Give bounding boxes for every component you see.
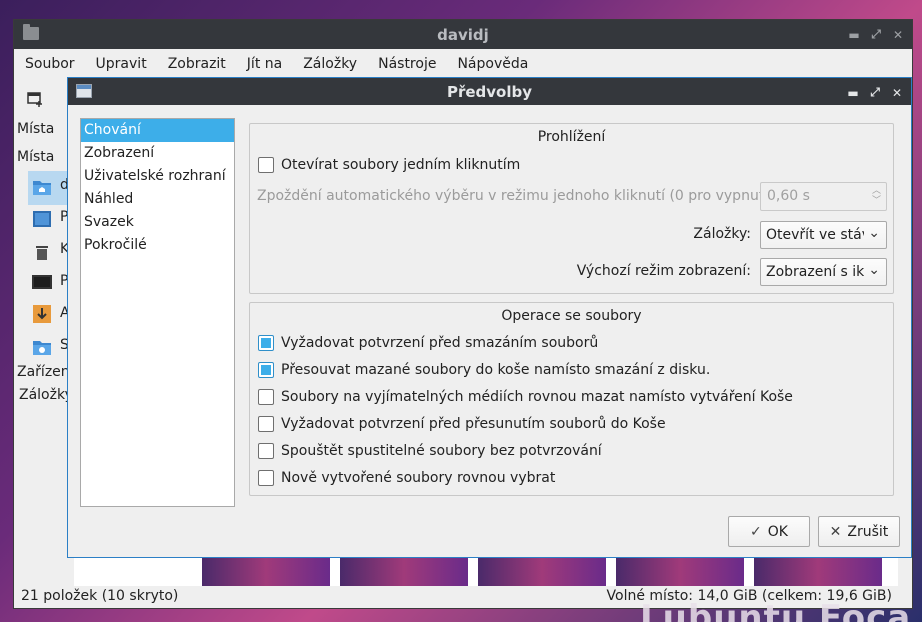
file-operations-group-title: Operace se soubory: [501, 308, 642, 324]
category-item-behavior[interactable]: Chování: [81, 119, 234, 142]
thumbnail[interactable]: [340, 557, 468, 587]
thumbnail-strip: [202, 557, 902, 587]
fm-window-controls: ▬ ⤢ ✕: [848, 20, 904, 49]
auto-select-delay-value: 0,60 s: [767, 188, 810, 204]
downloads-icon[interactable]: [32, 305, 52, 323]
home-folder-icon[interactable]: [32, 178, 52, 196]
menu-nastroje[interactable]: Nástroje: [378, 56, 436, 72]
launch-executable-checkbox[interactable]: [258, 443, 274, 459]
thumbnail[interactable]: [754, 557, 882, 587]
category-item-display[interactable]: Zobrazení: [81, 142, 234, 165]
maximize-icon[interactable]: ⤢: [869, 85, 881, 100]
file-operations-group: Operace se soubory Vyžadovat potvrzení p…: [249, 302, 894, 496]
places-header[interactable]: Místa: [17, 121, 54, 137]
browsing-group-title: Prohlížení: [537, 129, 606, 145]
category-item-volume[interactable]: Svazek: [81, 211, 234, 234]
dialog-window-controls: ▬ ⤢ ✕: [847, 78, 903, 107]
chevron-down-icon: ⌄: [868, 225, 880, 241]
browsing-group: Prohlížení Otevírat soubory jedním klikn…: [249, 123, 894, 294]
move-to-trash-option[interactable]: Přesouvat mazané soubory do koše namísto…: [258, 362, 710, 378]
cancel-button-label: Zrušit: [847, 523, 889, 540]
preferences-app-icon: [76, 84, 92, 98]
dialog-titlebar: Předvolby ▬ ⤢ ✕: [68, 78, 911, 105]
checkmark-icon: ✓: [750, 523, 762, 540]
thumbnail[interactable]: [202, 557, 330, 587]
default-view-mode-combo[interactable]: Zobrazení s ikonami ⌄: [760, 258, 887, 286]
auto-select-delay-spinbox: 0,60 s ︿ ﹀: [760, 182, 887, 211]
launch-executable-option[interactable]: Spouštět spustitelné soubory bez potvrzo…: [258, 443, 602, 459]
cancel-x-icon: ✕: [829, 523, 842, 540]
removable-delete-checkbox[interactable]: [258, 389, 274, 405]
folder-icon: [23, 24, 39, 40]
spin-arrows-icon: ︿ ﹀: [871, 186, 881, 206]
single-click-option[interactable]: Otevírat soubory jedním kliknutím: [258, 157, 520, 173]
single-click-checkbox[interactable]: [258, 157, 274, 173]
fm-titlebar: davidj ▬ ⤢ ✕: [14, 20, 912, 49]
default-view-mode-value: Zobrazení s ikonami: [766, 264, 864, 280]
removable-delete-option[interactable]: Soubory na vyjímatelných médiích rovnou …: [258, 389, 793, 405]
category-list: Chování Zobrazení Uživatelské rozhraní N…: [80, 118, 235, 507]
move-to-trash-checkbox[interactable]: [258, 362, 274, 378]
confirm-delete-option[interactable]: Vyžadovat potvrzení před smazáním soubor…: [258, 335, 598, 351]
ok-button[interactable]: ✓ OK: [728, 516, 810, 547]
ok-button-label: OK: [767, 523, 788, 540]
cancel-button[interactable]: ✕ Zrušit: [818, 516, 900, 547]
confirm-trash-checkbox[interactable]: [258, 416, 274, 432]
menu-jit-na[interactable]: Jít na: [247, 56, 282, 72]
maximize-icon[interactable]: ⤢: [870, 27, 882, 42]
fm-sidebar: Místa Místa d P K P A S Zařízení Záložky: [14, 79, 74, 589]
dialog-title: Předvolby: [446, 82, 533, 101]
item-count-status: 21 položek (10 skryto): [21, 588, 179, 604]
desktop-icon[interactable]: [32, 210, 52, 228]
default-view-mode-label: Výchozí režim zobrazení:: [576, 263, 751, 279]
bookmarks-open-combo[interactable]: Otevřít ve stávajícím ⌄: [760, 221, 887, 249]
wallpaper-text: Lubuntu Foca: [640, 598, 912, 622]
select-new-files-option[interactable]: Nově vytvořené soubory rovnou vybrat: [258, 470, 555, 486]
confirm-delete-label: Vyžadovat potvrzení před smazáním soubor…: [281, 335, 599, 351]
menu-napoveda[interactable]: Nápověda: [457, 56, 528, 72]
devices-header[interactable]: Zařízení: [17, 364, 74, 380]
thumbnail[interactable]: [616, 557, 744, 587]
select-new-files-label: Nově vytvořené soubory rovnou vybrat: [281, 470, 556, 486]
confirm-trash-label: Vyžadovat potvrzení před přesunutím soub…: [281, 416, 666, 432]
thumbnail[interactable]: [478, 557, 606, 587]
bookmarks-header[interactable]: Záložky: [19, 387, 73, 403]
bookmarks-open-value: Otevřít ve stávajícím: [766, 227, 864, 243]
trash-icon[interactable]: [32, 243, 52, 261]
menu-upravit[interactable]: Upravit: [96, 56, 147, 72]
fm-menubar: Soubor Upravit Zobrazit Jít na Záložky N…: [14, 49, 912, 79]
new-tab-icon[interactable]: [26, 90, 44, 108]
category-item-user-interface[interactable]: Uživatelské rozhraní: [81, 165, 234, 188]
close-icon[interactable]: ✕: [891, 86, 903, 100]
menu-soubor[interactable]: Soubor: [25, 56, 75, 72]
bookmarks-open-label: Záložky:: [693, 226, 751, 242]
places-header-list: Místa: [17, 149, 55, 165]
confirm-delete-checkbox[interactable]: [258, 335, 274, 351]
removable-delete-label: Soubory na vyjímatelných médiích rovnou …: [281, 389, 793, 405]
computer-icon[interactable]: [32, 274, 52, 292]
menu-zalozky[interactable]: Záložky: [303, 56, 357, 72]
minimize-icon[interactable]: ▬: [847, 86, 859, 100]
select-new-files-checkbox[interactable]: [258, 470, 274, 486]
confirm-trash-option[interactable]: Vyžadovat potvrzení před přesunutím soub…: [258, 416, 666, 432]
preferences-dialog: Předvolby ▬ ⤢ ✕ Chování Zobrazení Uživat…: [67, 77, 912, 558]
chevron-down-icon: ⌄: [868, 262, 880, 278]
menu-zobrazit[interactable]: Zobrazit: [168, 56, 226, 72]
move-to-trash-label: Přesouvat mazané soubory do koše namísto…: [281, 362, 711, 378]
auto-select-delay-label: Zpoždění automatického výběru v režimu j…: [257, 188, 774, 204]
close-icon[interactable]: ✕: [892, 28, 904, 42]
category-item-thumbnail[interactable]: Náhled: [81, 188, 234, 211]
launch-executable-label: Spouštět spustitelné soubory bez potvrzo…: [281, 443, 602, 459]
network-folder-icon[interactable]: [32, 338, 52, 356]
minimize-icon[interactable]: ▬: [848, 28, 860, 42]
single-click-label: Otevírat soubory jedním kliknutím: [281, 157, 521, 173]
category-item-advanced[interactable]: Pokročilé: [81, 234, 234, 257]
fm-window-title: davidj: [437, 25, 489, 44]
